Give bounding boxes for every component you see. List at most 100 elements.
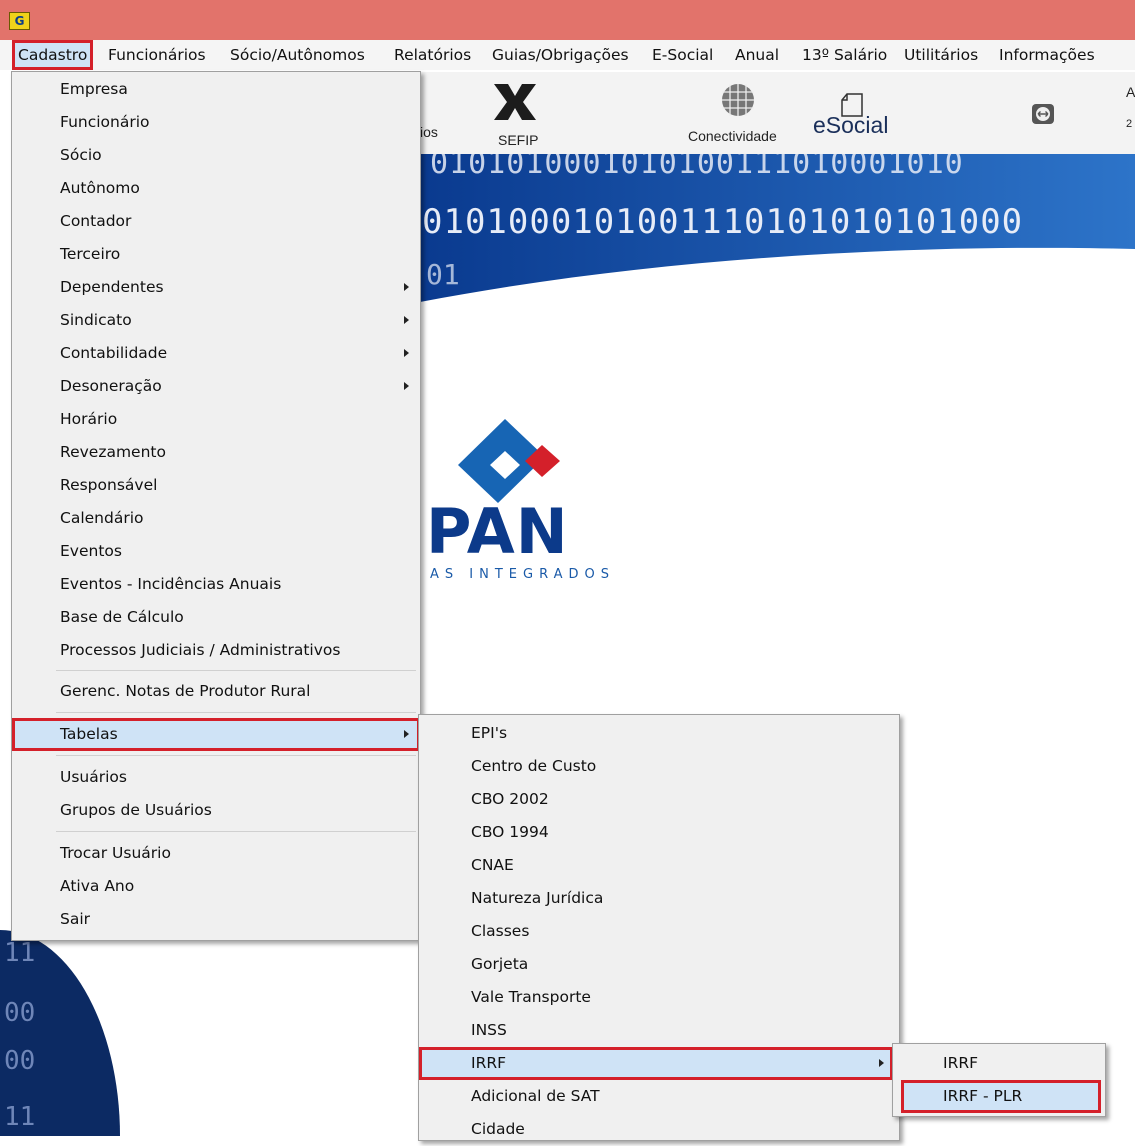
submenu-item-centro-custo[interactable]: Centro de Custo <box>419 750 899 783</box>
menu-item-terceiro[interactable]: Terceiro <box>12 238 420 271</box>
menu-item-processos[interactable]: Processos Judiciais / Administrativos <box>12 634 420 667</box>
menu-item-eventos-incidencias[interactable]: Eventos - Incidências Anuais <box>12 568 420 601</box>
submenu-arrow-icon <box>404 730 409 738</box>
submenu-item-irrf[interactable]: IRRF <box>419 1047 893 1080</box>
conectividade-button[interactable] <box>720 82 756 118</box>
menu-item-label: Processos Judiciais / Administrativos <box>60 641 341 659</box>
toolbar: ios SEFIP Conectividade eSocial A 2 <box>420 72 1135 155</box>
submenu-item-vale-transporte[interactable]: Vale Transporte <box>419 981 899 1014</box>
submenu-item-irrf-plr[interactable]: IRRF - PLR <box>901 1080 1101 1113</box>
menu-item-dependentes[interactable]: Dependentes <box>12 271 420 304</box>
menu-item-label: Revezamento <box>60 443 166 461</box>
menu-item-tabelas[interactable]: Tabelas <box>12 718 420 751</box>
menu-item-funcionario[interactable]: Funcionário <box>12 106 420 139</box>
app-icon: G <box>9 12 30 30</box>
menu-item-ativa-ano[interactable]: Ativa Ano <box>12 870 420 903</box>
toolbar-edge-char: A <box>1126 84 1135 100</box>
menu-guias-obrigacoes[interactable]: Guias/Obrigações <box>486 40 635 70</box>
menu-item-label: CBO 2002 <box>471 790 549 808</box>
submenu-item-cnae[interactable]: CNAE <box>419 849 899 882</box>
menu-utilitarios[interactable]: Utilitários <box>898 40 984 70</box>
menu-separator <box>56 831 416 832</box>
submenu-item-cidade[interactable]: Cidade <box>419 1113 899 1146</box>
menu-item-horario[interactable]: Horário <box>12 403 420 436</box>
menu-item-label: Responsável <box>60 476 158 494</box>
submenu-item-cbo-2002[interactable]: CBO 2002 <box>419 783 899 816</box>
submenu-arrow-icon <box>404 316 409 324</box>
menu-item-base-calculo[interactable]: Base de Cálculo <box>12 601 420 634</box>
menu-item-sair[interactable]: Sair <box>12 903 420 936</box>
menu-item-label: Contabilidade <box>60 344 168 362</box>
sefip-button[interactable] <box>492 82 538 122</box>
menu-item-label: Natureza Jurídica <box>471 889 604 907</box>
menu-item-label: IRRF <box>943 1054 979 1072</box>
menu-funcionarios[interactable]: Funcionários <box>102 40 212 70</box>
menu-item-contabilidade[interactable]: Contabilidade <box>12 337 420 370</box>
menu-item-socio[interactable]: Sócio <box>12 139 420 172</box>
menu-item-label: Autônomo <box>60 179 140 197</box>
company-logo: PAN AS INTEGRADOS <box>426 405 690 595</box>
menu-item-label: Empresa <box>60 80 128 98</box>
menu-item-grupos-usuarios[interactable]: Grupos de Usuários <box>12 794 420 827</box>
submenu-arrow-icon <box>404 382 409 390</box>
menu-separator <box>56 670 416 671</box>
teamviewer-button[interactable] <box>1032 104 1054 124</box>
menu-informacoes[interactable]: Informações <box>993 40 1101 70</box>
menu-item-trocar-usuario[interactable]: Trocar Usuário <box>12 837 420 870</box>
title-bar: G <box>0 0 1135 40</box>
cadastro-menu: Empresa Funcionário Sócio Autônomo Conta… <box>11 71 421 941</box>
menu-item-desoneracao[interactable]: Desoneração <box>12 370 420 403</box>
toolbar-partial-label: ios <box>420 124 438 140</box>
menu-item-label: Dependentes <box>60 278 164 296</box>
menu-item-label: Calendário <box>60 509 144 527</box>
esocial-label: eSocial <box>813 112 889 138</box>
menu-item-label: Grupos de Usuários <box>60 801 212 819</box>
menu-item-label: CNAE <box>471 856 514 874</box>
menu-socio-autonomos[interactable]: Sócio/Autônomos <box>224 40 371 70</box>
menu-item-label: Sair <box>60 910 91 928</box>
menu-item-label: IRRF - PLR <box>943 1087 1023 1105</box>
globe-icon <box>722 84 754 116</box>
menu-item-revezamento[interactable]: Revezamento <box>12 436 420 469</box>
menu-relatorios[interactable]: Relatórios <box>388 40 477 70</box>
menu-item-autonomo[interactable]: Autônomo <box>12 172 420 205</box>
menu-bar: Cadastro Funcionários Sócio/Autônomos Re… <box>0 40 1135 70</box>
binary-row: 11 <box>4 1102 36 1132</box>
menu-item-label: Gerenc. Notas de Produtor Rural <box>60 682 311 700</box>
binary-row: 00 <box>4 998 36 1028</box>
menu-anual[interactable]: Anual <box>729 40 785 70</box>
menu-item-label: Desoneração <box>60 377 162 395</box>
menu-item-contador[interactable]: Contador <box>12 205 420 238</box>
binary-row: 0101000101001110101010101000 <box>422 202 1024 242</box>
menu-item-notas-produtor[interactable]: Gerenc. Notas de Produtor Rural <box>12 675 420 708</box>
menu-item-label: Base de Cálculo <box>60 608 184 626</box>
menu-item-sindicato[interactable]: Sindicato <box>12 304 420 337</box>
submenu-item-classes[interactable]: Classes <box>419 915 899 948</box>
menu-e-social[interactable]: E-Social <box>646 40 719 70</box>
menu-item-usuarios[interactable]: Usuários <box>12 761 420 794</box>
binary-row: 11 <box>4 938 36 968</box>
submenu-item-cbo-1994[interactable]: CBO 1994 <box>419 816 899 849</box>
submenu-item-natureza-juridica[interactable]: Natureza Jurídica <box>419 882 899 915</box>
submenu-item-inss[interactable]: INSS <box>419 1014 899 1047</box>
menu-item-empresa[interactable]: Empresa <box>12 73 420 106</box>
menu-item-label: Vale Transporte <box>471 988 591 1006</box>
submenu-item-adicional-sat[interactable]: Adicional de SAT <box>419 1080 899 1113</box>
submenu-item-irrf-table[interactable]: IRRF <box>893 1047 1105 1080</box>
menu-cadastro[interactable]: Cadastro <box>12 40 94 70</box>
logo-tagline: AS INTEGRADOS <box>430 567 615 582</box>
submenu-item-gorjeta[interactable]: Gorjeta <box>419 948 899 981</box>
menu-13-salario[interactable]: 13º Salário <box>796 40 893 70</box>
menu-item-label: Sindicato <box>60 311 132 329</box>
menu-item-label: Sócio <box>60 146 102 164</box>
submenu-arrow-icon <box>879 1059 884 1067</box>
menu-item-calendario[interactable]: Calendário <box>12 502 420 535</box>
menu-item-responsavel[interactable]: Responsável <box>12 469 420 502</box>
menu-separator <box>56 712 416 713</box>
irrf-submenu: IRRF IRRF - PLR <box>892 1043 1106 1117</box>
binary-row: 01 <box>426 258 460 291</box>
submenu-item-epis[interactable]: EPI's <box>419 717 899 750</box>
menu-item-eventos[interactable]: Eventos <box>12 535 420 568</box>
menu-item-label: EPI's <box>471 724 508 742</box>
sefip-label: SEFIP <box>498 132 539 148</box>
